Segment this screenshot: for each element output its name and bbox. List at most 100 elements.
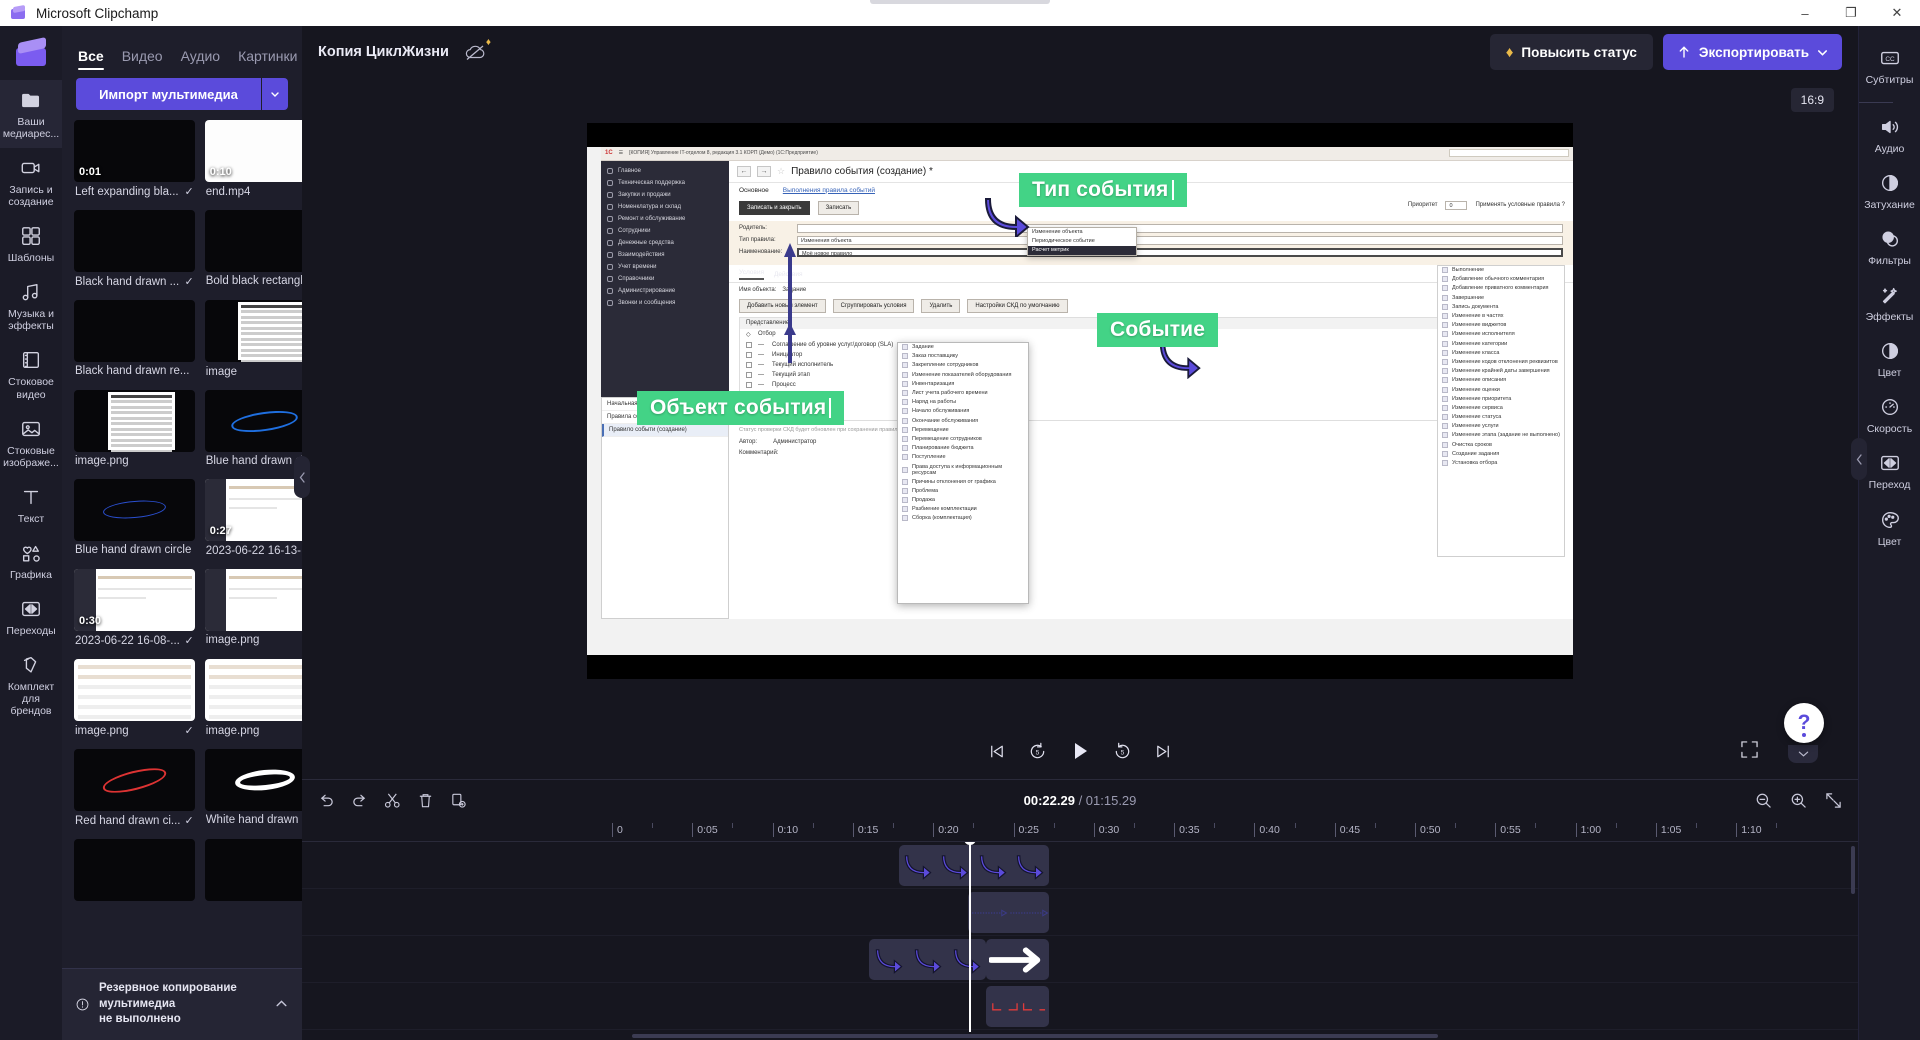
media-tab-3[interactable]: Картинки [238,48,297,70]
minimize-button[interactable]: – [1782,0,1828,26]
redo-icon[interactable] [351,792,368,809]
mock-side-item[interactable]: Установка отбора [1438,458,1564,467]
mock-nav-item[interactable]: Взаимодействия [601,249,729,261]
mock-settings-button[interactable]: Настройки СКД по умолчанию [967,299,1067,313]
media-item[interactable]: Blue hand drawn circle [74,479,195,563]
media-item[interactable]: image.png [205,569,302,653]
mock-side-item[interactable]: Завершение [1438,293,1564,302]
media-item[interactable] [74,839,195,910]
mock-side-item[interactable]: Запись документа [1438,302,1564,311]
right-panel-item-1[interactable]: Аудио [1859,107,1920,163]
mock-object-option[interactable]: Сборка (комплектация) [898,514,1028,523]
media-item[interactable]: 0:302023-06-22 16-08-...✓ [74,569,195,653]
mock-field-parent-input[interactable] [797,224,1563,233]
window-drag-handle[interactable] [870,0,1050,4]
timeline-track[interactable] [302,936,1858,983]
media-thumbnail[interactable]: 0:30 [74,569,195,631]
mock-side-item[interactable]: Изменение исполнителя [1438,330,1564,339]
mock-object-option[interactable]: Причины отклонения от графика [898,477,1028,486]
zoom-in-icon[interactable] [1790,792,1807,809]
media-thumbnail[interactable] [74,659,195,721]
media-item[interactable]: image.png✓ [205,659,302,743]
media-thumbnail[interactable] [205,390,302,452]
mock-side-item[interactable]: Изменение кодов отклонения реквизитов [1438,357,1564,366]
mock-side-item[interactable]: Изменение крайней даты завершения [1438,367,1564,376]
rewind-5-icon[interactable]: 5 [1028,742,1047,761]
mock-save-button[interactable]: Записать [818,201,860,215]
mock-object-option[interactable]: Проблема [898,486,1028,495]
aspect-ratio-badge[interactable]: 16:9 [1791,88,1834,112]
media-thumbnail[interactable] [74,749,195,811]
mock-object-option[interactable]: Лист учета рабочего времени [898,388,1028,397]
mock-side-item[interactable]: Изменение услуги [1438,422,1564,431]
sidebar-item-3[interactable]: Музыка и эффекты [0,272,62,340]
checkbox[interactable] [746,372,752,378]
mock-delete-button[interactable]: Удалить [921,299,960,313]
mock-side-list[interactable]: ВыполнениеДобавление обычного комментари… [1437,265,1565,557]
timeline-ruler[interactable]: 00:050:100:150:200:250:300:350:400:450:5… [302,820,1858,842]
mock-object-option[interactable]: Разбиение комплектации [898,505,1028,514]
mock-side-item[interactable]: Изменение описания [1438,376,1564,385]
mock-field-name-input[interactable]: Моё новое правило [797,248,1563,257]
upgrade-button[interactable]: ♦ Повысить статус [1490,34,1653,70]
mock-object-option[interactable]: Продажа [898,496,1028,505]
mock-object-option[interactable]: Наряд на работы [898,398,1028,407]
mock-object-option[interactable]: Перемещение сотрудников [898,434,1028,443]
checkbox[interactable] [746,342,752,348]
right-panel-item-2[interactable]: Затухание [1859,163,1920,219]
mock-side-item[interactable]: Изменение статуса [1438,413,1564,422]
back-icon[interactable]: ← [737,166,751,177]
mock-object-option[interactable]: Изменение показателей оборудования [898,370,1028,379]
media-item[interactable]: image✓ [205,300,302,384]
media-item[interactable]: image.png✓ [74,659,195,743]
media-item[interactable]: 0:10end.mp4✓ [205,120,302,204]
mock-side-item[interactable]: Изменение оценки [1438,385,1564,394]
mock-save-close-button[interactable]: Записать и закрыть [739,201,810,215]
mock-side-item[interactable]: Изменение класса [1438,348,1564,357]
mock-nav-item[interactable]: Справочники [601,273,729,285]
sidebar-item-2[interactable]: Шаблоны [0,216,62,272]
mock-tab-main[interactable]: Основное [739,187,769,194]
media-tab-1[interactable]: Видео [122,48,163,70]
right-panel-item-8[interactable]: Цвет [1859,500,1920,556]
media-thumbnail[interactable] [74,839,195,901]
help-button[interactable]: ? [1784,703,1824,743]
mock-dropdown-item[interactable]: Периодическое событие [1028,237,1136,246]
mock-nav-item[interactable]: Главное [601,165,729,177]
timeline-tracks[interactable] [302,842,1858,1032]
mock-group-conditions-button[interactable]: Сгруппировать условия [833,299,915,313]
favorite-icon[interactable]: ☆ [777,166,785,177]
mock-type-dropdown[interactable]: Изменение объектаПериодическое событиеРа… [1027,227,1137,256]
mock-tab-exec[interactable]: Выполнения правила событий [783,187,875,194]
media-thumbnail[interactable] [205,569,302,631]
timeline-clip[interactable] [968,892,1049,933]
media-thumbnail[interactable] [205,300,302,362]
mock-nav-item[interactable]: Ремонт и обслуживание [601,213,729,225]
media-item[interactable]: Red hand drawn ci...✓ [74,749,195,833]
undo-icon[interactable] [318,792,335,809]
mock-side-item[interactable]: Очистка сроков [1438,440,1564,449]
mock-object-option[interactable]: Планирование бюджета [898,444,1028,453]
media-item[interactable]: White hand drawn ci... [205,749,302,833]
maximize-button[interactable]: ❐ [1828,0,1874,26]
collapse-media-panel-button[interactable] [294,456,310,498]
mock-nav-item[interactable]: Администрирование [601,285,729,297]
sidebar-item-7[interactable]: Графика [0,533,62,589]
close-button[interactable]: ✕ [1874,0,1920,26]
media-item[interactable]: 0:01Left expanding bla...✓ [74,120,195,204]
media-thumbnail[interactable] [74,390,195,452]
media-thumbnail[interactable] [205,659,302,721]
media-thumbnail[interactable] [74,210,195,272]
mock-object-option[interactable]: Права доступа к информационным ресурсам [898,462,1028,477]
right-panel-item-3[interactable]: Фильтры [1859,219,1920,275]
mock-dropdown-item[interactable]: Изменение объекта [1028,228,1136,237]
mock-nav-item[interactable]: Техническая поддержка [601,177,729,189]
right-panel-item-6[interactable]: Скорость [1859,387,1920,443]
media-thumbnail[interactable] [205,749,302,811]
forward-icon[interactable]: → [757,166,771,177]
media-item[interactable]: Blue hand drawn circle [205,390,302,473]
duplicate-icon[interactable] [450,792,467,809]
media-thumbnail[interactable]: 0:01 [74,120,195,182]
media-thumbnail[interactable] [74,300,195,362]
timeline-track[interactable] [302,842,1858,889]
